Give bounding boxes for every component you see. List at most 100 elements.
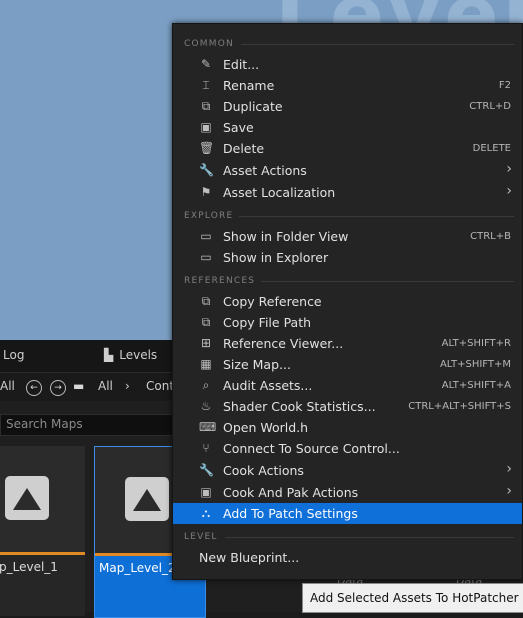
asset-label: Map_Level_2 [99,561,176,575]
path-all-left[interactable]: All [0,379,15,393]
shortcut-label: CTRL+ALT+SHIFT+S [408,401,511,412]
menu-item-asset-localization[interactable]: ⚑ Asset Localization › [173,182,522,203]
menu-label: Cook Actions [223,463,304,478]
menu-label: Save [223,120,254,135]
menu-label: Size Map... [223,357,291,372]
source-control-icon: ⑂ [202,441,210,455]
map-icon [5,476,49,520]
menu-label: Audit Assets... [223,378,313,393]
code-icon: ⌨ [199,420,217,434]
menu-label: Show in Explorer [223,250,329,265]
shader-icon: ♨ [200,399,212,413]
rename-icon: ⌶ [202,78,210,92]
chevron-right-icon: › [506,461,512,477]
menu-item-cook-actions[interactable]: 🔧 Cook Actions › [173,460,522,481]
menu-item-edit[interactable]: ✎ Edit... [173,54,522,75]
shortcut-label: ALT+SHIFT+M [439,359,511,370]
menu-item-show-in-folder-view[interactable]: ▭ Show in Folder View CTRL+B [173,226,522,247]
context-menu: COMMON ✎ Edit... ⌶ Rename F2 ⧉ Duplicate CTRL… [172,23,523,580]
section-divider [225,537,514,538]
menu-label: Add To Patch Settings [223,506,358,521]
shortcut-label: F2 [498,80,511,91]
asset-type-bar [0,552,85,555]
menu-item-delete[interactable]: 🗑 Delete DELETE [173,138,522,159]
chevron-right-icon: › [506,483,512,499]
menu-item-audit-assets[interactable]: ⌕ Audit Assets... ALT+SHIFT+A [173,375,522,396]
menu-label: Duplicate [223,99,283,114]
menu-item-new-blueprint[interactable]: New Blueprint... [173,547,522,568]
save-icon: ▣ [200,120,212,134]
chevron-right-icon: › [506,183,512,199]
menu-item-copy-file-path[interactable]: ⧉ Copy File Path [173,312,522,333]
tab-log[interactable]: Log [3,348,24,362]
wrench-icon: 🔧 [199,463,214,477]
save-icon: ▣ [200,485,212,499]
menu-item-shader-cook-statistics[interactable]: ♨ Shader Cook Statistics... CTRL+ALT+SHIFT… [173,396,522,417]
wrench-icon: 🔧 [199,163,214,177]
asset-label: p_Level_1 [0,560,58,574]
asset-tile[interactable]: p_Level_1 [0,446,85,616]
search-placeholder: Search Maps [6,417,83,431]
shortcut-label: CTRL+D [469,101,511,112]
menu-label: New Blueprint... [199,550,300,565]
tab-levels-label: Levels [119,348,158,362]
menu-label: Connect To Source Control... [223,441,400,456]
menu-item-cook-and-pak-actions[interactable]: ▣ Cook And Pak Actions › [173,482,522,503]
forward-button[interactable]: → [50,379,66,396]
menu-label: Show in Folder View [223,229,349,244]
menu-item-save[interactable]: ▣ Save [173,117,522,138]
menu-item-size-map[interactable]: ▦ Size Map... ALT+SHIFT+M [173,354,522,375]
folder-icon: ▬ [73,379,85,393]
menu-item-open-world-h[interactable]: ⌨ Open World.h [173,417,522,438]
copy-icon: ⧉ [201,315,211,329]
menu-item-connect-to-source-control[interactable]: ⑂ Connect To Source Control... [173,438,522,459]
patch-icon: ⛬ [201,506,211,520]
menu-item-show-in-explorer[interactable]: ▭ Show in Explorer [173,247,522,268]
menu-item-add-to-patch-settings[interactable]: ⛬ Add To Patch Settings [173,503,522,524]
tab-levels[interactable]: ▙ Levels [104,348,157,362]
flag-icon: ⚑ [200,185,212,199]
search-maps-input[interactable]: Search Maps [0,414,182,436]
menu-label: Delete [223,141,265,156]
chevron-right-icon: › [506,161,512,177]
trash-icon: 🗑 [199,141,215,155]
menu-label: Shader Cook Statistics... [223,399,376,414]
menu-label: Edit... [223,57,260,72]
menu-label: Rename [223,78,275,93]
copy-icon: ⧉ [201,294,211,308]
section-explore: EXPLORE [184,211,234,221]
shortcut-label: CTRL+B [470,231,511,242]
menu-label: Reference Viewer... [223,336,344,351]
size-map-icon: ▦ [200,357,212,371]
path-content[interactable]: Cont [146,379,174,393]
menu-item-reference-viewer[interactable]: ⊞ Reference Viewer... ALT+SHIFT+R [173,333,522,354]
menu-item-asset-actions[interactable]: 🔧 Asset Actions › [173,160,522,181]
back-arrow-icon: ← [26,380,42,396]
duplicate-icon: ⧉ [201,99,211,113]
menu-label: Asset Actions [223,163,307,178]
section-level: LEVEL [184,532,218,542]
section-divider [261,281,514,282]
levels-icon: ▙ [104,348,114,362]
menu-item-copy-reference[interactable]: ⧉ Copy Reference [173,291,522,312]
back-button[interactable]: ← [26,379,42,396]
menu-label: Cook And Pak Actions [223,485,359,500]
section-divider [239,216,514,217]
folder-search-icon: ▭ [200,229,212,243]
shortcut-label: ALT+SHIFT+A [441,380,511,391]
tab-log-label: Log [3,348,25,362]
section-common: COMMON [184,39,234,49]
tooltip: Add Selected Assets To HotPatcher Patc [302,583,523,613]
menu-label: Asset Localization [223,185,336,200]
section-divider [241,44,514,45]
menu-item-rename[interactable]: ⌶ Rename F2 [173,75,522,96]
menu-label: Open World.h [223,420,309,435]
chevron-right-icon: › [125,379,130,393]
path-all[interactable]: All [98,379,113,393]
audit-icon: ⌕ [202,378,210,392]
tooltip-text: Add Selected Assets To HotPatcher Patc [310,591,523,605]
menu-item-duplicate[interactable]: ⧉ Duplicate CTRL+D [173,96,522,117]
menu-label: Copy File Path [223,315,312,330]
shortcut-label: ALT+SHIFT+R [441,338,511,349]
forward-arrow-icon: → [50,380,66,396]
